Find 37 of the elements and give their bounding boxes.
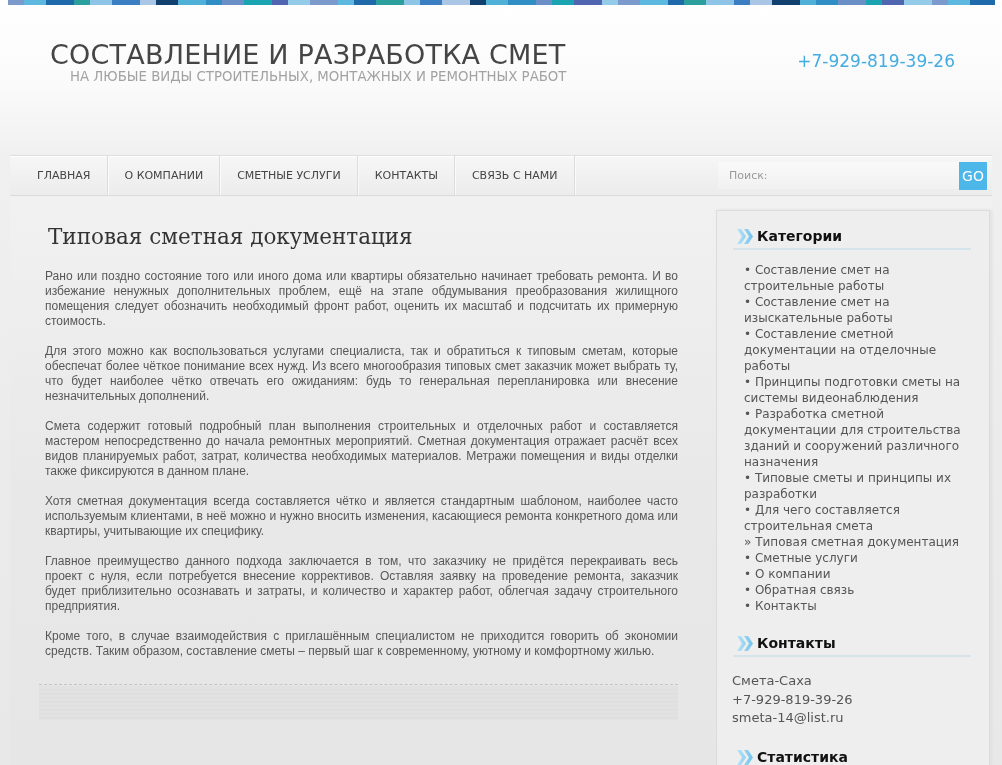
sidebar-section-title: Статистика [757,747,848,765]
article-paragraph: Кроме того, в случае взаимодействия с приглашённым специалистом не приходится говорить об экономии средств. Таким образом, составление сметы – первый шаг к современному, уютному и комфортному жилью. [45,629,678,659]
sidebar-section-title: Категории [757,227,843,246]
sidebar-section-title: Контакты [757,634,836,653]
article-paragraph: Хотя сметная документация всегда составляется чётко и является стандартным шаблоном, наиболее часто используемым клиентами, в неё можно и нужно вносить изменения, касающиеся ремонта конкретного дома или квартиры, учитывающие их специфику. [45,494,678,539]
category-link[interactable]: • Сметные услуги [744,550,968,566]
category-link[interactable]: • Составление смет на изыскательные работы [744,294,968,326]
double-chevron-icon [737,749,753,765]
menu-link[interactable]: СВЯЗЬ С НАМИ [454,156,575,195]
contact-line: smeta-14@list.ru [732,709,845,727]
category-link[interactable]: • О компании [744,566,968,582]
article-title: Типовая сметная документация [48,223,414,251]
category-link[interactable]: • Типовые сметы и принципы их разработки [744,470,968,502]
category-link[interactable]: • Составление смет на строительные работы [744,262,968,294]
article-paragraph: Смета содержит готовый подробный план выполнения строительных и отделочных работ и составляется мастером непосредственно до начала ремонтных мероприятий. Сметная документация отражает расчёт всех видов планируемых работ, затрат, количества необходимых материалов. Метражи помещения и виды отделки также фиксируются в данном плане. [45,419,678,479]
category-link[interactable]: • Разработка сметной документации для строительства зданий и сооружений различного назначения [744,406,968,470]
category-link[interactable]: • Контакты [744,598,968,614]
menu-link[interactable]: О КОМПАНИИ [107,156,221,195]
menu-link[interactable]: КОНТАКТЫ [357,156,455,195]
menu-link[interactable]: СМЕТНЫЕ УСЛУГИ [220,156,358,195]
article-paragraph: Рано или поздно состояние того или иного дома или квартиры обязательно начинает требовать ремонта. И во избежание ненужных дополнительных проблем, ещё на этапе обдумывания преобразования жилищного помещения следует обозначить необходимый фронт работ, оценить их масштаб и подсчитать их примерную стоимость. [45,269,678,329]
menu-link[interactable]: ГЛАВНАЯ [20,156,108,195]
header-phone: +7-929-819-39-26 [797,51,955,71]
article-paragraph: Главное преимущество данного подхода заключается в том, что заказчику не придётся перекраивать весь проект с нуля, если потребуется внесение коррективов. Оставляя заявку на проведение ремонта, заказчик будет приблизительно осознавать и затраты, и количество и характер работ, облегчая задачу строительного предприятия. [45,554,678,614]
category-link[interactable]: • Принципы подготовки сметы на системы видеонаблюдения [744,374,968,406]
double-chevron-icon [737,229,753,244]
category-link[interactable]: • Составление сметной документации на отделочные работы [744,326,968,374]
contact-line: +7-929-819-39-26 [732,690,854,709]
double-chevron-icon [737,636,753,651]
site-tagline: НА ЛЮБЫЕ ВИДЫ СТРОИТЕЛЬНЫХ, МОНТАЖНЫХ И РЕМОНТНЫХ РАБОТ [70,68,567,85]
category-link[interactable]: » Типовая сметная документация [744,534,968,550]
article-paragraph: Для этого можно как воспользоваться услугами специалиста, так и обратиться к типовым сметам, которые обеспечат более чёткое понимание всех нужд. Из всего многообразия типовых смет заказчик может выбрать ту, что будет наиболее чётко отвечать его ожиданиям: будь то генеральная перепланировка или внесение незначительных дополнений. [45,344,678,404]
category-link[interactable]: • Для чего составляется строительная смета [744,502,968,534]
category-link[interactable]: • Обратная связь [744,582,968,598]
site-title: СОСТАВЛЕНИЕ И РАЗРАБОТКА СМЕТ [50,38,567,71]
search-field[interactable]: Поиск: [718,162,959,189]
contact-line: Смета-Саха [732,672,813,690]
